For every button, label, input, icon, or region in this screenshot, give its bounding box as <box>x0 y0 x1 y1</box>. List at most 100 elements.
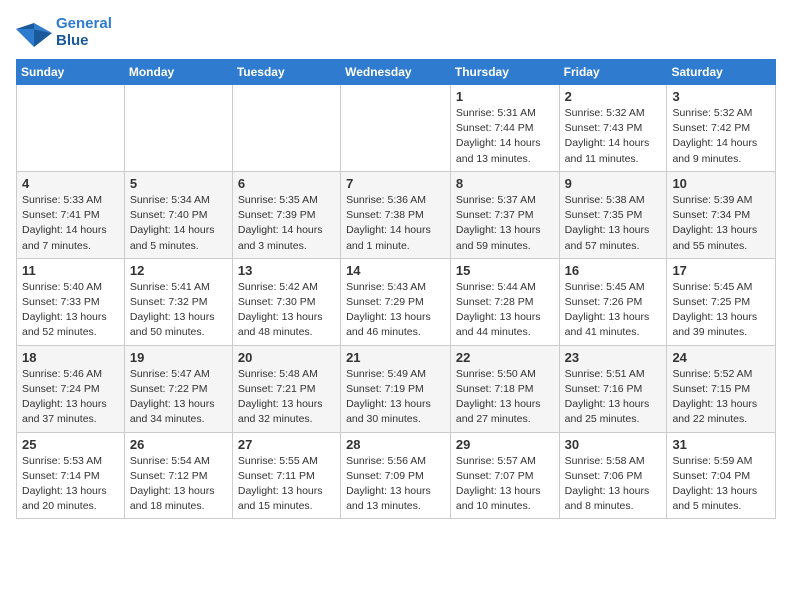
calendar-week-row: 25Sunrise: 5:53 AMSunset: 7:14 PMDayligh… <box>17 432 776 519</box>
day-info: Sunrise: 5:57 AMSunset: 7:07 PMDaylight:… <box>456 454 554 515</box>
day-number: 31 <box>672 437 770 452</box>
calendar-cell: 7 Sunrise: 5:36 AMSunset: 7:38 PMDaylight… <box>341 171 451 258</box>
calendar-cell <box>341 85 451 172</box>
calendar-cell: 9 Sunrise: 5:38 AMSunset: 7:35 PMDaylight… <box>559 171 667 258</box>
weekday-header-thursday: Thursday <box>450 60 559 85</box>
day-number: 7 <box>346 176 445 191</box>
calendar-cell: 30Sunrise: 5:58 AMSunset: 7:06 PMDayligh… <box>559 432 667 519</box>
day-info: Sunrise: 5:32 AMSunset: 7:43 PMDaylight:… <box>565 106 662 167</box>
day-info: Sunrise: 5:58 AMSunset: 7:06 PMDaylight:… <box>565 454 662 515</box>
day-number: 20 <box>238 350 335 365</box>
day-number: 17 <box>672 263 770 278</box>
calendar-cell: 8 Sunrise: 5:37 AMSunset: 7:37 PMDaylight… <box>450 171 559 258</box>
calendar-week-row: 1 Sunrise: 5:31 AMSunset: 7:44 PMDaylight… <box>17 85 776 172</box>
day-number: 15 <box>456 263 554 278</box>
day-number: 28 <box>346 437 445 452</box>
calendar-cell: 29 Sunrise: 5:57 AMSunset: 7:07 PMDayligh… <box>450 432 559 519</box>
calendar-cell: 3 Sunrise: 5:32 AMSunset: 7:42 PMDaylight… <box>667 85 776 172</box>
calendar-cell: 13 Sunrise: 5:42 AMSunset: 7:30 PMDayligh… <box>232 258 340 345</box>
day-info: Sunrise: 5:54 AMSunset: 7:12 PMDaylight:… <box>130 454 227 515</box>
day-info: Sunrise: 5:56 AMSunset: 7:09 PMDaylight:… <box>346 454 445 515</box>
day-info: Sunrise: 5:35 AMSunset: 7:39 PMDaylight:… <box>238 193 335 254</box>
day-number: 9 <box>565 176 662 191</box>
calendar-cell: 22Sunrise: 5:50 AMSunset: 7:18 PMDayligh… <box>450 345 559 432</box>
calendar-cell: 2 Sunrise: 5:32 AMSunset: 7:43 PMDaylight… <box>559 85 667 172</box>
day-info: Sunrise: 5:33 AMSunset: 7:41 PMDaylight:… <box>22 193 119 254</box>
day-info: Sunrise: 5:40 AMSunset: 7:33 PMDaylight:… <box>22 280 119 341</box>
day-info: Sunrise: 5:45 AMSunset: 7:26 PMDaylight:… <box>565 280 662 341</box>
calendar-cell: 4 Sunrise: 5:33 AMSunset: 7:41 PMDaylight… <box>17 171 125 258</box>
day-info: Sunrise: 5:36 AMSunset: 7:38 PMDaylight:… <box>346 193 445 254</box>
calendar-cell: 14Sunrise: 5:43 AMSunset: 7:29 PMDayligh… <box>341 258 451 345</box>
day-number: 27 <box>238 437 335 452</box>
calendar-cell: 5Sunrise: 5:34 AMSunset: 7:40 PMDaylight… <box>124 171 232 258</box>
day-number: 10 <box>672 176 770 191</box>
day-number: 6 <box>238 176 335 191</box>
calendar-week-row: 4 Sunrise: 5:33 AMSunset: 7:41 PMDaylight… <box>17 171 776 258</box>
day-info: Sunrise: 5:38 AMSunset: 7:35 PMDaylight:… <box>565 193 662 254</box>
calendar-cell: 15 Sunrise: 5:44 AMSunset: 7:28 PMDayligh… <box>450 258 559 345</box>
day-number: 26 <box>130 437 227 452</box>
calendar-cell: 12Sunrise: 5:41 AMSunset: 7:32 PMDayligh… <box>124 258 232 345</box>
calendar-week-row: 18 Sunrise: 5:46 AMSunset: 7:24 PMDayligh… <box>17 345 776 432</box>
calendar-cell: 10 Sunrise: 5:39 AMSunset: 7:34 PMDayligh… <box>667 171 776 258</box>
day-info: Sunrise: 5:46 AMSunset: 7:24 PMDaylight:… <box>22 367 119 428</box>
day-number: 3 <box>672 89 770 104</box>
day-info: Sunrise: 5:37 AMSunset: 7:37 PMDaylight:… <box>456 193 554 254</box>
day-number: 16 <box>565 263 662 278</box>
calendar-cell <box>124 85 232 172</box>
weekday-header-sunday: Sunday <box>17 60 125 85</box>
calendar-cell: 11 Sunrise: 5:40 AMSunset: 7:33 PMDayligh… <box>17 258 125 345</box>
calendar-cell: 23 Sunrise: 5:51 AMSunset: 7:16 PMDayligh… <box>559 345 667 432</box>
day-number: 2 <box>565 89 662 104</box>
weekday-header-friday: Friday <box>559 60 667 85</box>
calendar-cell: 24 Sunrise: 5:52 AMSunset: 7:15 PMDayligh… <box>667 345 776 432</box>
day-info: Sunrise: 5:39 AMSunset: 7:34 PMDaylight:… <box>672 193 770 254</box>
day-number: 11 <box>22 263 119 278</box>
calendar-cell: 25Sunrise: 5:53 AMSunset: 7:14 PMDayligh… <box>17 432 125 519</box>
day-info: Sunrise: 5:47 AMSunset: 7:22 PMDaylight:… <box>130 367 227 428</box>
calendar-week-row: 11 Sunrise: 5:40 AMSunset: 7:33 PMDayligh… <box>17 258 776 345</box>
logo-text: General Blue <box>56 16 112 49</box>
logo-bird-icon <box>16 19 52 47</box>
day-number: 19 <box>130 350 227 365</box>
day-info: Sunrise: 5:51 AMSunset: 7:16 PMDaylight:… <box>565 367 662 428</box>
logo: General Blue <box>16 16 112 49</box>
calendar-cell: 18 Sunrise: 5:46 AMSunset: 7:24 PMDayligh… <box>17 345 125 432</box>
calendar-cell: 6 Sunrise: 5:35 AMSunset: 7:39 PMDaylight… <box>232 171 340 258</box>
weekday-header-saturday: Saturday <box>667 60 776 85</box>
day-number: 24 <box>672 350 770 365</box>
day-number: 18 <box>22 350 119 365</box>
day-info: Sunrise: 5:52 AMSunset: 7:15 PMDaylight:… <box>672 367 770 428</box>
day-info: Sunrise: 5:45 AMSunset: 7:25 PMDaylight:… <box>672 280 770 341</box>
day-info: Sunrise: 5:44 AMSunset: 7:28 PMDaylight:… <box>456 280 554 341</box>
day-number: 14 <box>346 263 445 278</box>
day-number: 8 <box>456 176 554 191</box>
calendar-cell: 28 Sunrise: 5:56 AMSunset: 7:09 PMDayligh… <box>341 432 451 519</box>
weekday-header-row: SundayMondayTuesdayWednesdayThursdayFrid… <box>17 60 776 85</box>
day-number: 5 <box>130 176 227 191</box>
day-info: Sunrise: 5:32 AMSunset: 7:42 PMDaylight:… <box>672 106 770 167</box>
weekday-header-wednesday: Wednesday <box>341 60 451 85</box>
day-info: Sunrise: 5:42 AMSunset: 7:30 PMDaylight:… <box>238 280 335 341</box>
day-info: Sunrise: 5:31 AMSunset: 7:44 PMDaylight:… <box>456 106 554 167</box>
day-info: Sunrise: 5:59 AMSunset: 7:04 PMDaylight:… <box>672 454 770 515</box>
calendar-cell: 27 Sunrise: 5:55 AMSunset: 7:11 PMDayligh… <box>232 432 340 519</box>
day-info: Sunrise: 5:55 AMSunset: 7:11 PMDaylight:… <box>238 454 335 515</box>
calendar-cell: 26 Sunrise: 5:54 AMSunset: 7:12 PMDayligh… <box>124 432 232 519</box>
calendar-cell: 16 Sunrise: 5:45 AMSunset: 7:26 PMDayligh… <box>559 258 667 345</box>
day-number: 13 <box>238 263 335 278</box>
day-number: 22 <box>456 350 554 365</box>
calendar-cell: 17 Sunrise: 5:45 AMSunset: 7:25 PMDayligh… <box>667 258 776 345</box>
day-number: 29 <box>456 437 554 452</box>
day-number: 21 <box>346 350 445 365</box>
day-info: Sunrise: 5:49 AMSunset: 7:19 PMDaylight:… <box>346 367 445 428</box>
calendar-cell: 31 Sunrise: 5:59 AMSunset: 7:04 PMDayligh… <box>667 432 776 519</box>
day-info: Sunrise: 5:48 AMSunset: 7:21 PMDaylight:… <box>238 367 335 428</box>
day-number: 1 <box>456 89 554 104</box>
calendar-cell <box>232 85 340 172</box>
day-number: 25 <box>22 437 119 452</box>
day-number: 4 <box>22 176 119 191</box>
day-number: 23 <box>565 350 662 365</box>
day-number: 12 <box>130 263 227 278</box>
